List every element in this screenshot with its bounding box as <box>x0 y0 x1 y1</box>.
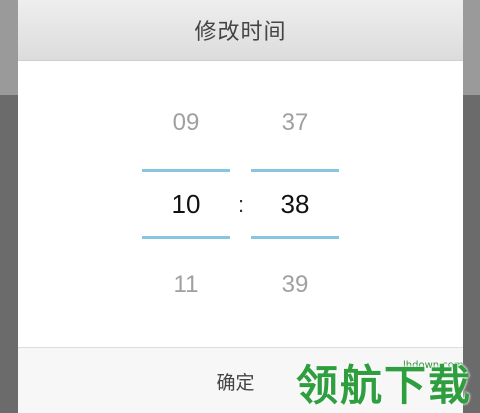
minute-option-prev[interactable]: 37 <box>251 109 339 137</box>
confirm-button-label: 确定 <box>216 371 255 394</box>
hour-wheel[interactable]: 09 10 11 <box>142 61 230 347</box>
time-picker: 09 10 11 : 37 38 39 <box>18 61 463 347</box>
minute-option-selected[interactable]: 38 <box>251 189 339 220</box>
hour-option-next[interactable]: 11 <box>142 271 230 299</box>
hour-option-prev[interactable]: 09 <box>142 109 230 137</box>
hour-selection-line-top <box>142 169 230 172</box>
hour-selection-line-bottom <box>142 236 230 239</box>
minute-option-next[interactable]: 39 <box>251 271 339 299</box>
hour-option-selected[interactable]: 10 <box>142 189 230 220</box>
watermark-logo: 领航下载 <box>296 361 473 410</box>
minute-selection-line-top <box>251 169 339 172</box>
minute-wheel[interactable]: 37 38 39 <box>251 61 339 347</box>
dialog-title: 修改时间 <box>194 20 287 45</box>
minute-selection-line-bottom <box>251 236 339 239</box>
dialog-header: 修改时间 <box>18 0 463 61</box>
time-separator: : <box>237 192 245 217</box>
